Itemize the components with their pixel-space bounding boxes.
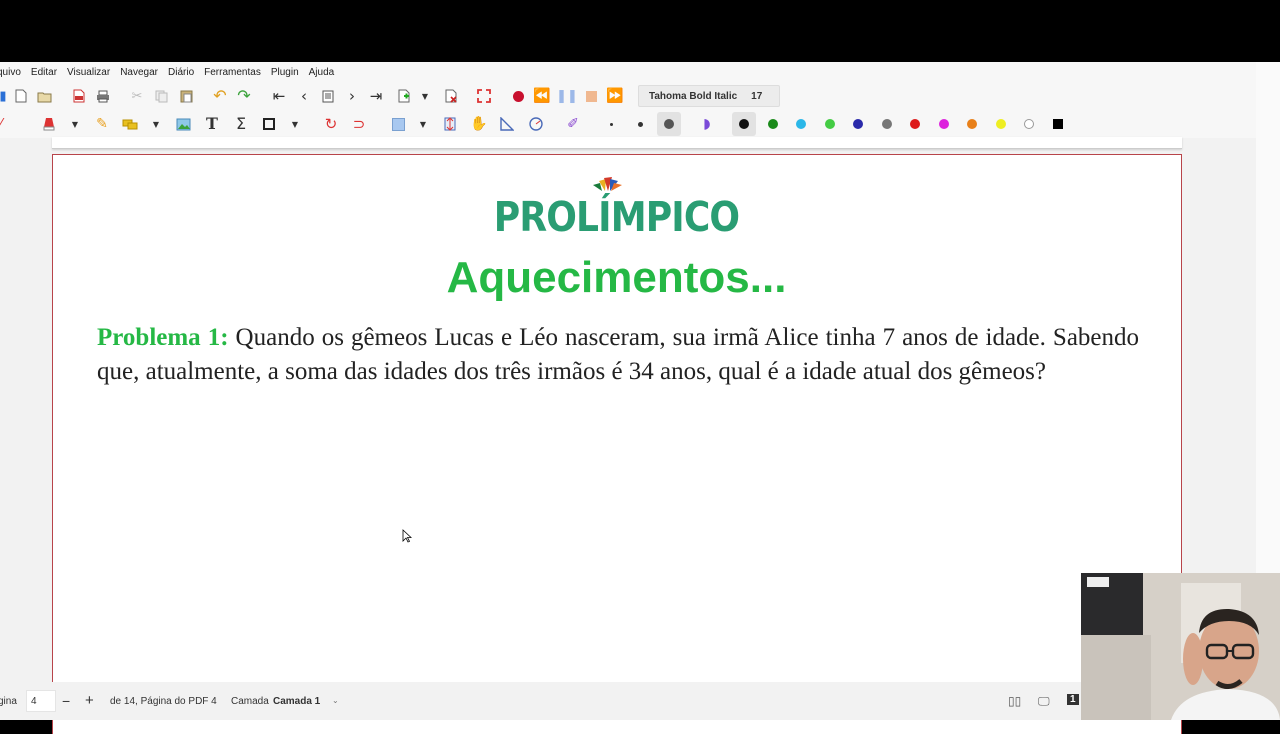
page-label: gina bbox=[0, 696, 17, 707]
font-name: Tahoma Bold Italic bbox=[649, 90, 738, 102]
thick-thickness-icon[interactable] bbox=[660, 115, 678, 133]
color-gray[interactable] bbox=[882, 119, 892, 129]
select-dropdown-icon[interactable]: ▼ bbox=[152, 118, 160, 130]
pen-tool-icon[interactable]: ⁄ bbox=[0, 115, 10, 133]
tools-toolbar: ⁄ ▼ ✎ ▼ T Σ ▼ ↻ ⊃ ▼ ✋ ✐ ◗ bbox=[0, 110, 1256, 138]
document-page[interactable]: PROLÍMPICO Aquecimentos... Problema 1: Q… bbox=[52, 154, 1182, 734]
previous-page-icon[interactable]: ‹ bbox=[295, 87, 313, 105]
page-increment-button[interactable]: + bbox=[85, 692, 94, 709]
webcam-overlay bbox=[1081, 573, 1280, 720]
eraser-dropdown-icon[interactable]: ▼ bbox=[71, 118, 79, 130]
fill-dropdown-icon[interactable]: ▼ bbox=[419, 118, 427, 130]
color-custom[interactable] bbox=[1053, 119, 1063, 129]
two-pages-icon[interactable]: ▯▯ bbox=[1008, 694, 1021, 708]
snap-icon[interactable]: ⊃ bbox=[350, 115, 368, 133]
select-region-icon[interactable] bbox=[121, 115, 139, 133]
open-folder-icon[interactable] bbox=[36, 87, 54, 105]
page-decrement-button[interactable]: − bbox=[62, 693, 70, 709]
presenter-video-icon bbox=[1081, 573, 1280, 720]
new-icon[interactable]: ▮ bbox=[0, 87, 12, 105]
layer-dropdown-icon[interactable]: ⌄ bbox=[332, 696, 339, 705]
color-white[interactable] bbox=[1024, 119, 1034, 129]
mouse-cursor-icon bbox=[402, 529, 412, 543]
menu-plugin[interactable]: Plugin bbox=[271, 67, 299, 78]
problem-paragraph: Problema 1: Quando os gêmeos Lucas e Léo… bbox=[97, 321, 1139, 389]
fill-icon[interactable] bbox=[389, 115, 407, 133]
first-page-icon[interactable]: ⇤ bbox=[270, 87, 288, 105]
color-blue[interactable] bbox=[853, 119, 863, 129]
default-tool-icon[interactable]: ✐ bbox=[564, 115, 582, 133]
fill-opacity-icon[interactable]: ◗ bbox=[698, 115, 716, 133]
eraser-tool-icon[interactable] bbox=[40, 115, 58, 133]
status-bar: gina 4 − + de 14, Página do PDF 4 Camada… bbox=[0, 682, 1256, 720]
page-badge: 1 bbox=[1067, 694, 1079, 705]
color-black[interactable] bbox=[739, 119, 749, 129]
problem-text: Quando os gêmeos Lucas e Léo nasceram, s… bbox=[97, 324, 1140, 385]
text-tool-icon[interactable]: T bbox=[203, 115, 221, 133]
layer-label: Camada bbox=[231, 696, 269, 707]
page-info: de 14, Página do PDF 4 bbox=[110, 696, 217, 707]
new-document-icon[interactable] bbox=[12, 87, 30, 105]
vertical-space-icon[interactable] bbox=[441, 115, 459, 133]
image-tool-icon[interactable] bbox=[174, 115, 192, 133]
menu-navegar[interactable]: Navegar bbox=[120, 67, 158, 78]
stop-icon[interactable] bbox=[582, 87, 600, 105]
redo-icon[interactable]: ↷ bbox=[235, 87, 253, 105]
font-size: 17 bbox=[751, 90, 763, 102]
problem-label: Problema 1: bbox=[97, 324, 229, 351]
menu-visualizar[interactable]: Visualizar bbox=[67, 67, 110, 78]
go-to-page-icon[interactable] bbox=[319, 87, 337, 105]
medium-thickness-icon[interactable] bbox=[631, 115, 649, 133]
hand-tool-icon[interactable]: ✋ bbox=[470, 115, 488, 133]
color-light-blue[interactable] bbox=[796, 119, 806, 129]
print-icon[interactable] bbox=[94, 87, 112, 105]
copy-icon[interactable] bbox=[152, 87, 170, 105]
paste-icon[interactable] bbox=[177, 87, 195, 105]
shape-dropdown-icon[interactable]: ▼ bbox=[291, 118, 299, 130]
prolimpico-logo: PROLÍMPICO bbox=[493, 193, 740, 241]
menu-ajuda[interactable]: Ajuda bbox=[309, 67, 335, 78]
fine-thickness-icon[interactable] bbox=[602, 115, 620, 133]
fast-forward-icon[interactable]: ⏩ bbox=[606, 87, 624, 105]
undo-icon[interactable]: ↶ bbox=[211, 87, 229, 105]
logo-leaves-icon bbox=[593, 177, 622, 191]
menu-editar[interactable]: Editar bbox=[31, 67, 57, 78]
menu-arquivo[interactable]: quivo bbox=[0, 67, 21, 78]
page-heading: Aquecimentos... bbox=[446, 253, 787, 302]
page-number-input[interactable]: 4 bbox=[26, 690, 56, 712]
rewind-icon[interactable]: ⏪ bbox=[533, 87, 551, 105]
export-pdf-icon[interactable] bbox=[70, 87, 88, 105]
shape-tool-icon[interactable] bbox=[260, 115, 278, 133]
shape-recognizer-icon[interactable]: ↻ bbox=[322, 115, 340, 133]
cut-icon[interactable]: ✂ bbox=[128, 87, 146, 105]
previous-page-edge bbox=[52, 137, 1182, 149]
delete-page-icon[interactable] bbox=[442, 87, 460, 105]
menu-bar: quivo Editar Visualizar Navegar Diário F… bbox=[0, 62, 1256, 82]
menu-ferramentas[interactable]: Ferramentas bbox=[204, 67, 261, 78]
font-selector[interactable]: Tahoma Bold Italic 17 bbox=[638, 85, 780, 107]
pause-icon[interactable]: ❚❚ bbox=[556, 87, 578, 105]
color-light-green[interactable] bbox=[825, 119, 835, 129]
new-page-dropdown-icon[interactable]: ▼ bbox=[421, 90, 429, 102]
fullscreen-icon[interactable] bbox=[475, 87, 493, 105]
highlighter-tool-icon[interactable]: ✎ bbox=[93, 115, 111, 133]
main-toolbar: ▮ ✂ ↶ ↷ ⇤ ‹ › ⇥ ▼ ⏪ ❚❚ ⏩ Tahoma Bold Ita… bbox=[0, 82, 1256, 110]
next-page-icon[interactable]: › bbox=[343, 87, 361, 105]
new-page-icon[interactable] bbox=[395, 87, 413, 105]
compass-icon[interactable] bbox=[527, 115, 545, 133]
color-red[interactable] bbox=[910, 119, 920, 129]
latex-tool-icon[interactable]: Σ bbox=[232, 115, 250, 133]
color-magenta[interactable] bbox=[939, 119, 949, 129]
color-orange[interactable] bbox=[967, 119, 977, 129]
record-icon[interactable] bbox=[509, 87, 527, 105]
xournal-window: quivo Editar Visualizar Navegar Diário F… bbox=[0, 62, 1256, 734]
color-green[interactable] bbox=[768, 119, 778, 129]
color-yellow[interactable] bbox=[996, 119, 1006, 129]
setsquare-icon[interactable] bbox=[498, 115, 516, 133]
layer-selector[interactable]: Camada 1 bbox=[273, 696, 320, 707]
presentation-mode-icon[interactable]: 🖵 bbox=[1038, 694, 1050, 709]
last-page-icon[interactable]: ⇥ bbox=[367, 87, 385, 105]
menu-diario[interactable]: Diário bbox=[168, 67, 194, 78]
